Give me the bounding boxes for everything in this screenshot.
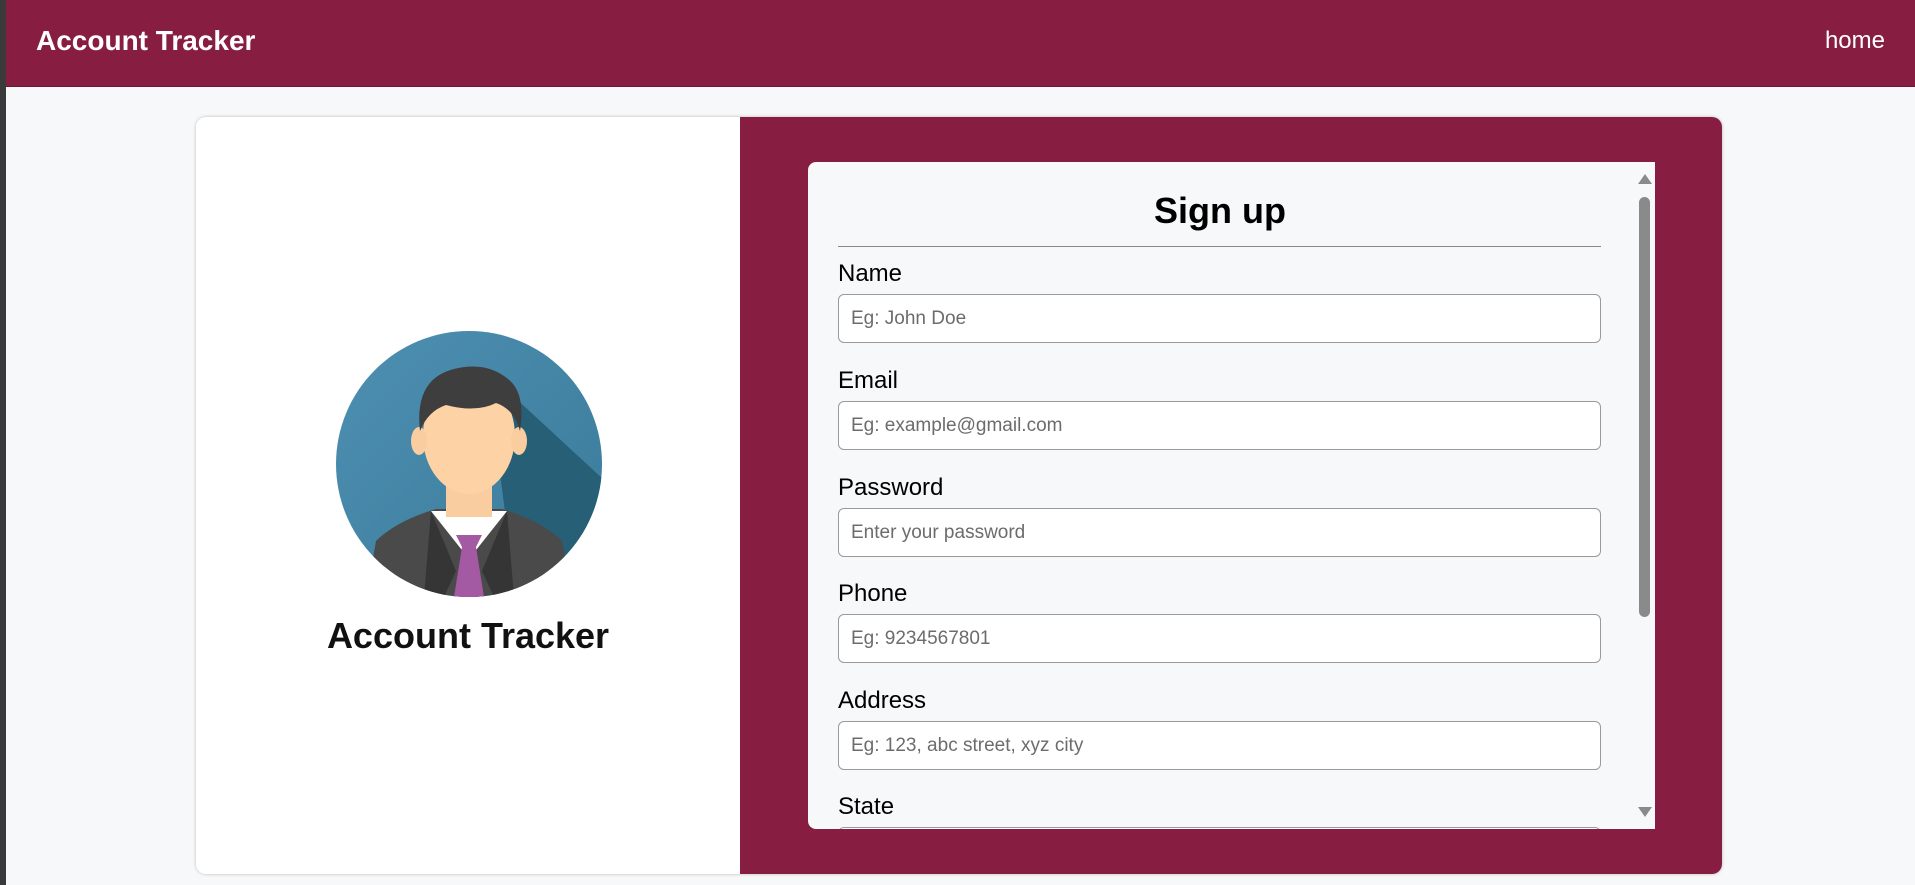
email-input[interactable] [838,401,1601,450]
name-input[interactable] [838,294,1601,343]
state-label: State [838,793,895,820]
form-scrollbar[interactable] [1633,162,1655,829]
title-divider [838,246,1601,247]
brand-title[interactable]: Account Tracker [36,25,255,57]
address-label: Address [838,687,927,714]
signup-form: Sign up Name Email Password Phone Addres… [808,162,1655,829]
form-title: Sign up [1154,190,1286,231]
brand-panel-title: Account Tracker [326,615,610,656]
password-label: Password [838,474,944,501]
form-panel: Sign up Name Email Password Phone Addres… [740,117,1722,874]
page: Account Tracker home Account Tracker Sig… [6,0,1915,885]
home-link[interactable]: home [1825,27,1885,55]
phone-label: Phone [838,580,908,607]
scroll-down-arrow-icon[interactable] [1638,807,1652,817]
brand-panel: Account Tracker [196,117,740,874]
address-input[interactable] [838,721,1601,770]
businessman-avatar-icon [336,331,602,597]
state-input[interactable] [838,827,1601,829]
navbar: Account Tracker home [6,0,1915,87]
signup-card: Account Tracker Sign up Name Email Passw… [196,117,1722,874]
scroll-thumb[interactable] [1639,197,1650,617]
email-label: Email [838,367,899,394]
password-input[interactable] [838,508,1601,557]
name-label: Name [838,260,903,287]
phone-input[interactable] [838,614,1601,663]
scroll-up-arrow-icon[interactable] [1638,174,1652,184]
